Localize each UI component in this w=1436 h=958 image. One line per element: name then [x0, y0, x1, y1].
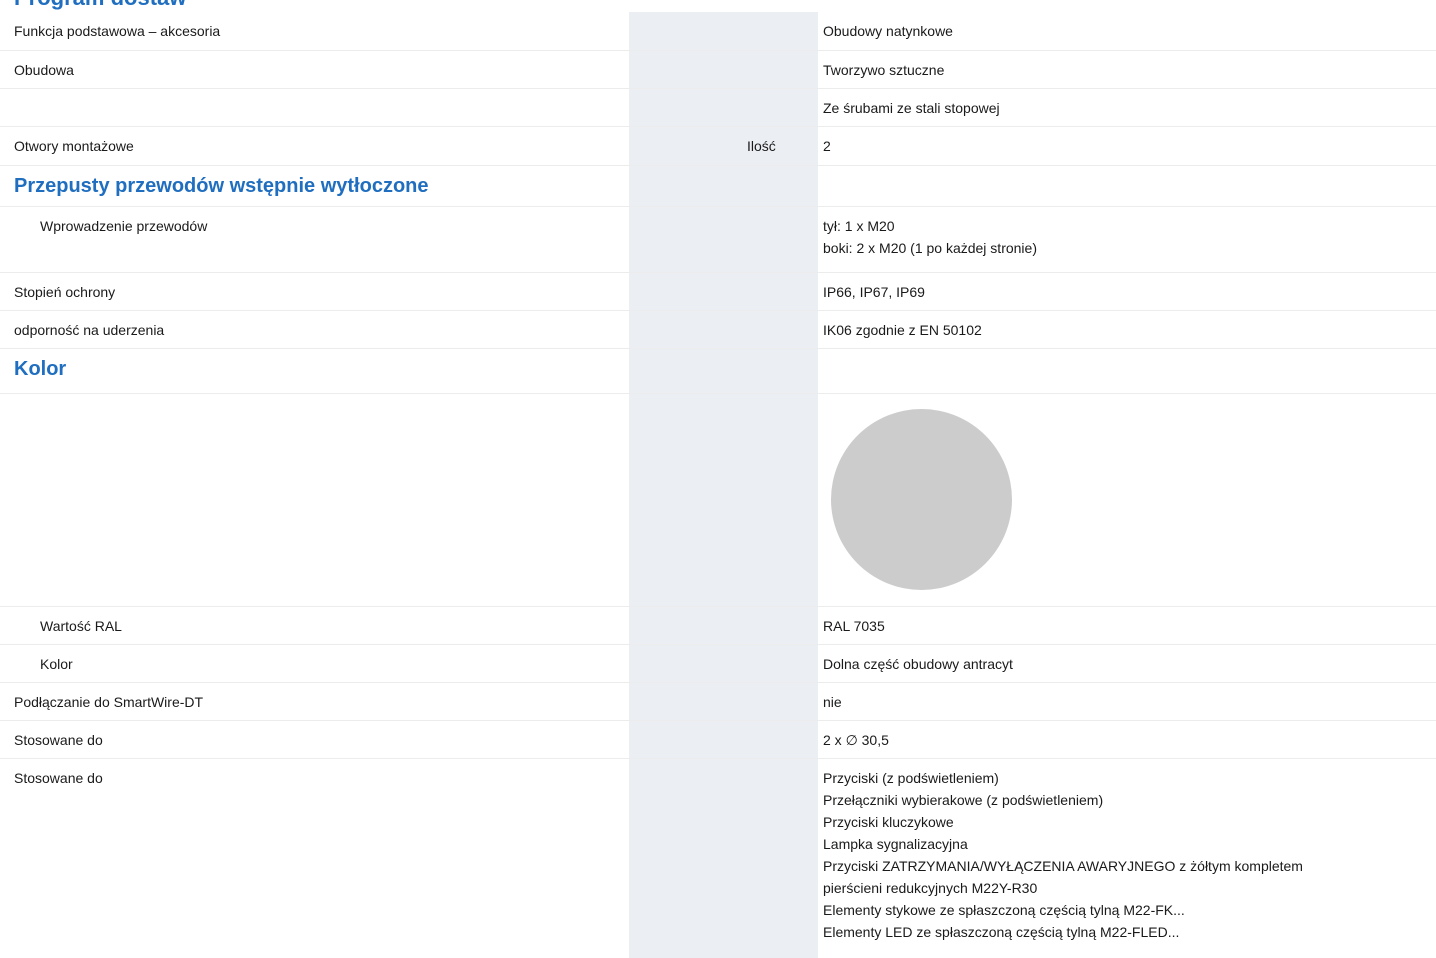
row-unit: Ilość	[747, 138, 776, 154]
row-label: Wprowadzenie przewodów	[40, 218, 208, 234]
row-value: Obudowy natynkowe	[823, 23, 953, 39]
row-value: RAL 7035	[823, 618, 885, 634]
shaded-column	[629, 645, 818, 682]
row-label: Kolor	[40, 656, 73, 672]
section-heading: Kolor	[14, 358, 67, 380]
row-value: Ze śrubami ze stali stopowej	[823, 100, 1000, 116]
page-heading: Program dostaw	[14, 0, 186, 11]
color-swatch	[831, 409, 1012, 590]
row-value: tył: 1 x M20 boki: 2 x M20 (1 po każdej …	[823, 215, 1037, 259]
shaded-column	[629, 51, 818, 88]
row-label: Podłączanie do SmartWire-DT	[14, 694, 204, 710]
row-value: IP66, IP67, IP69	[823, 284, 925, 300]
value-line: Przełączniki wybierakowe (z podświetleni…	[823, 792, 1104, 808]
spec-row-impact-resistance: odporność na uderzenia IK06 zgodnie z EN…	[0, 311, 1436, 349]
row-label: Stosowane do	[14, 770, 103, 786]
value-line: boki: 2 x M20 (1 po każdej stronie)	[823, 240, 1037, 256]
spec-row-housing: Obudowa Tworzywo sztuczne	[0, 51, 1436, 89]
row-label: Obudowa	[14, 62, 74, 78]
value-line: pierścieni redukcyjnych M22Y-R30	[823, 880, 1038, 896]
row-label: Stopień ochrony	[14, 284, 116, 300]
spec-row-color-name: Kolor Dolna część obudowy antracyt	[0, 645, 1436, 683]
shaded-column	[629, 273, 818, 310]
row-label: odporność na uderzenia	[14, 322, 165, 338]
value-line: Przyciski kluczykowe	[823, 814, 954, 830]
value-line: Przyciski ZATRZYMANIA/WYŁĄCZENIA AWARYJN…	[823, 858, 1303, 874]
row-value: IK06 zgodnie z EN 50102	[823, 322, 982, 338]
row-label: Stosowane do	[14, 732, 103, 748]
shaded-column	[629, 127, 818, 165]
spec-row-used-for-devices: Stosowane do Przyciski (z podświetleniem…	[0, 759, 1436, 958]
shaded-column	[629, 394, 818, 606]
spec-row-color-swatch	[0, 394, 1436, 607]
spec-row-smartwire: Podłączanie do SmartWire-DT nie	[0, 683, 1436, 721]
value-line: Lampka sygnalizacyjna	[823, 836, 968, 852]
row-label: Wartość RAL	[40, 618, 122, 634]
shaded-column	[629, 166, 818, 206]
row-value: nie	[823, 694, 842, 710]
spec-row-basic-function: Funkcja podstawowa – akcesoria Obudowy n…	[0, 12, 1436, 51]
spec-table: Funkcja podstawowa – akcesoria Obudowy n…	[0, 12, 1436, 958]
spec-row-cable-entry: Wprowadzenie przewodów tył: 1 x M20 boki…	[0, 207, 1436, 273]
shaded-column	[629, 759, 818, 958]
spec-row-ral-value: Wartość RAL RAL 7035	[0, 607, 1436, 645]
shaded-column	[629, 89, 818, 126]
row-label: Otwory montażowe	[14, 138, 134, 154]
value-line: Elementy LED ze spłaszczoną częścią tyln…	[823, 924, 1180, 940]
row-value: 2	[823, 138, 831, 154]
shaded-column	[629, 311, 818, 348]
spec-row-mounting-holes: Otwory montażowe Ilość 2	[0, 127, 1436, 166]
section-cable-entries: Przepusty przewodów wstępnie wytłoczone	[0, 166, 1436, 207]
spec-row-protection-degree: Stopień ochrony IP66, IP67, IP69	[0, 273, 1436, 311]
spec-row-used-for-diameter: Stosowane do 2 x ∅ 30,5	[0, 721, 1436, 759]
row-value: Przyciski (z podświetleniem) Przełącznik…	[823, 767, 1303, 943]
row-value: 2 x ∅ 30,5	[823, 732, 889, 748]
shaded-column	[629, 721, 818, 758]
shaded-column	[629, 12, 818, 50]
shaded-column	[629, 207, 818, 272]
value-line: tył: 1 x M20	[823, 218, 895, 234]
value-line: Elementy stykowe ze spłaszczoną częścią …	[823, 902, 1185, 918]
value-line: Przyciski (z podświetleniem)	[823, 770, 999, 786]
row-value: Tworzywo sztuczne	[823, 62, 945, 78]
section-color: Kolor	[0, 349, 1436, 394]
section-heading: Przepusty przewodów wstępnie wytłoczone	[14, 175, 429, 197]
shaded-column	[629, 349, 818, 393]
shaded-column	[629, 683, 818, 720]
row-value: Dolna część obudowy antracyt	[823, 656, 1013, 672]
spec-row-housing-screws: Ze śrubami ze stali stopowej	[0, 89, 1436, 127]
shaded-column	[629, 607, 818, 644]
row-label: Funkcja podstawowa – akcesoria	[14, 23, 221, 39]
